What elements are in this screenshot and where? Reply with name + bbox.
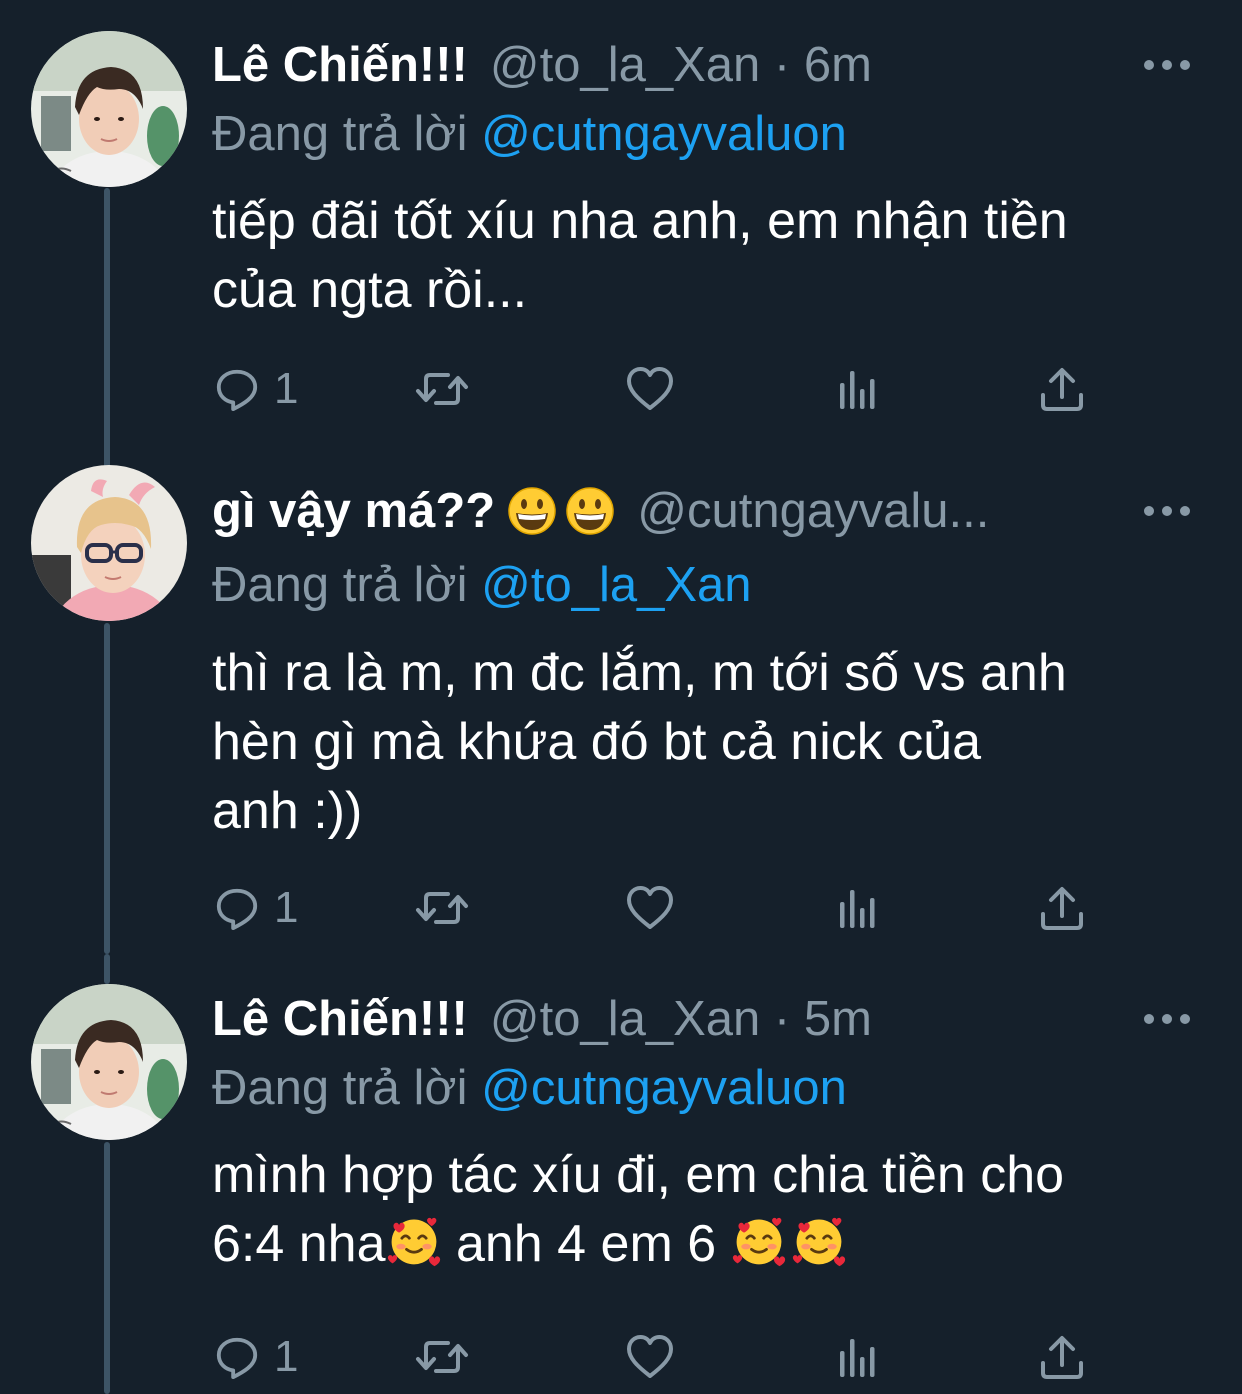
share-upload-icon	[1038, 1333, 1086, 1381]
more-dot	[1180, 60, 1190, 70]
thread-connector-line	[104, 623, 110, 954]
reply-button[interactable]: 1	[214, 878, 298, 938]
user-handle[interactable]: @to_la_Xan	[490, 35, 760, 95]
retweet-icon	[414, 365, 470, 413]
tweet-text-part: anh 4 em 6	[441, 1215, 731, 1273]
replying-to-label: Đang trả lời	[212, 1061, 468, 1115]
tweet[interactable]: Lê Chiến!!! @to_la_Xan · 6m Đang trả lời…	[0, 0, 1242, 470]
user-handle[interactable]: @cutngayvalu...	[637, 481, 989, 541]
avatar[interactable]	[31, 984, 187, 1140]
avatar-photo	[31, 984, 187, 1140]
more-dots-icon	[1144, 1014, 1154, 1024]
smiling-face-with-hearts-emoji	[386, 1213, 442, 1269]
more-dot	[1180, 506, 1190, 516]
avatar-photo	[31, 31, 187, 187]
more-dot	[1162, 60, 1172, 70]
replying-to-link[interactable]: @to_la_Xan	[481, 558, 751, 612]
share-button[interactable]	[1038, 359, 1086, 419]
grinning-face-emoji	[507, 486, 557, 536]
thread-connector-line	[104, 1142, 110, 1394]
replying-to: Đang trả lời @cutngayvaluon	[212, 104, 847, 164]
tweet-text: tiếp đãi tốt xíu nha anh, em nhận tiền c…	[212, 192, 1068, 319]
share-button[interactable]	[1038, 878, 1086, 938]
more-dots-icon	[1144, 60, 1154, 70]
more-options-button[interactable]	[1144, 504, 1190, 518]
avatar[interactable]	[31, 465, 187, 621]
share-upload-icon	[1038, 365, 1086, 413]
reply-button[interactable]: 1	[214, 359, 298, 419]
tweet-text: thì ra là m, m đc lắm, m tới số vs anh h…	[212, 644, 1067, 840]
more-dots-icon	[1144, 506, 1154, 516]
tweet-header: Lê Chiến!!! @to_la_Xan · 5m	[212, 989, 1102, 1049]
more-dot	[1180, 1014, 1190, 1024]
replying-to-label: Đang trả lời	[212, 107, 468, 161]
smiling-face-with-hearts-emoji	[731, 1213, 787, 1269]
reply-bubble-icon	[214, 1334, 260, 1380]
tweet-actions: 1	[212, 878, 1112, 938]
avatar[interactable]	[31, 31, 187, 187]
tweet-text: mình hợp tác xíu đi, em chia tiền cho 6:…	[212, 1141, 1212, 1279]
more-options-button[interactable]	[1144, 1012, 1190, 1026]
user-handle[interactable]: @to_la_Xan	[490, 989, 760, 1049]
retweet-button[interactable]	[414, 359, 470, 419]
like-button[interactable]	[625, 359, 675, 419]
analytics-button[interactable]	[832, 878, 880, 938]
timestamp[interactable]: 5m	[804, 989, 872, 1049]
like-button[interactable]	[625, 878, 675, 938]
display-name[interactable]: Lê Chiến!!!	[212, 35, 468, 95]
separator-dot: ·	[760, 992, 804, 1046]
tweet-header: Lê Chiến!!! @to_la_Xan · 6m	[212, 35, 1102, 95]
heart-icon	[625, 884, 675, 932]
tweet-actions: 1	[212, 1327, 1112, 1387]
analytics-bars-icon	[832, 365, 880, 413]
replying-to: Đang trả lời @cutngayvaluon	[212, 1058, 847, 1118]
more-dot	[1162, 506, 1172, 516]
reply-bubble-icon	[214, 885, 260, 931]
grinning-face-emoji	[565, 486, 615, 536]
replying-to: Đang trả lời @to_la_Xan	[212, 555, 752, 615]
display-name[interactable]: Lê Chiến!!!	[212, 989, 468, 1049]
thread-connector-line	[104, 188, 110, 470]
tweet-actions: 1	[212, 359, 1112, 419]
retweet-icon	[414, 884, 470, 932]
analytics-bars-icon	[832, 1333, 880, 1381]
analytics-button[interactable]	[832, 1327, 880, 1387]
display-name[interactable]: gì vậy má??	[212, 481, 495, 541]
replying-to-link[interactable]: @cutngayvaluon	[481, 1061, 847, 1115]
heart-icon	[625, 1333, 675, 1381]
reply-count: 1	[274, 1332, 299, 1381]
retweet-button[interactable]	[414, 1327, 470, 1387]
thread-connector-line	[104, 954, 110, 984]
separator-dot: ·	[760, 38, 804, 92]
replying-to-link[interactable]: @cutngayvaluon	[481, 107, 847, 161]
like-button[interactable]	[625, 1327, 675, 1387]
replying-to-label: Đang trả lời	[212, 558, 468, 612]
tweet-header: gì vậy má?? @cutngayvalu...	[212, 481, 1102, 541]
heart-icon	[625, 365, 675, 413]
analytics-bars-icon	[832, 884, 880, 932]
share-upload-icon	[1038, 884, 1086, 932]
tweet[interactable]: gì vậy má?? @cutngayvalu... Đang trả lời…	[0, 465, 1242, 954]
timestamp[interactable]: 6m	[804, 35, 872, 95]
reply-bubble-icon	[214, 366, 260, 412]
reply-button[interactable]: 1	[214, 1327, 298, 1387]
smiling-face-with-hearts-emoji	[791, 1213, 847, 1269]
avatar-photo	[31, 465, 187, 621]
reply-count: 1	[274, 883, 299, 932]
tweet[interactable]: Lê Chiến!!! @to_la_Xan · 5m Đang trả lời…	[0, 954, 1242, 1394]
retweet-button[interactable]	[414, 878, 470, 938]
share-button[interactable]	[1038, 1327, 1086, 1387]
reply-count: 1	[274, 364, 299, 413]
more-dot	[1162, 1014, 1172, 1024]
retweet-icon	[414, 1333, 470, 1381]
analytics-button[interactable]	[832, 359, 880, 419]
more-options-button[interactable]	[1144, 58, 1190, 72]
